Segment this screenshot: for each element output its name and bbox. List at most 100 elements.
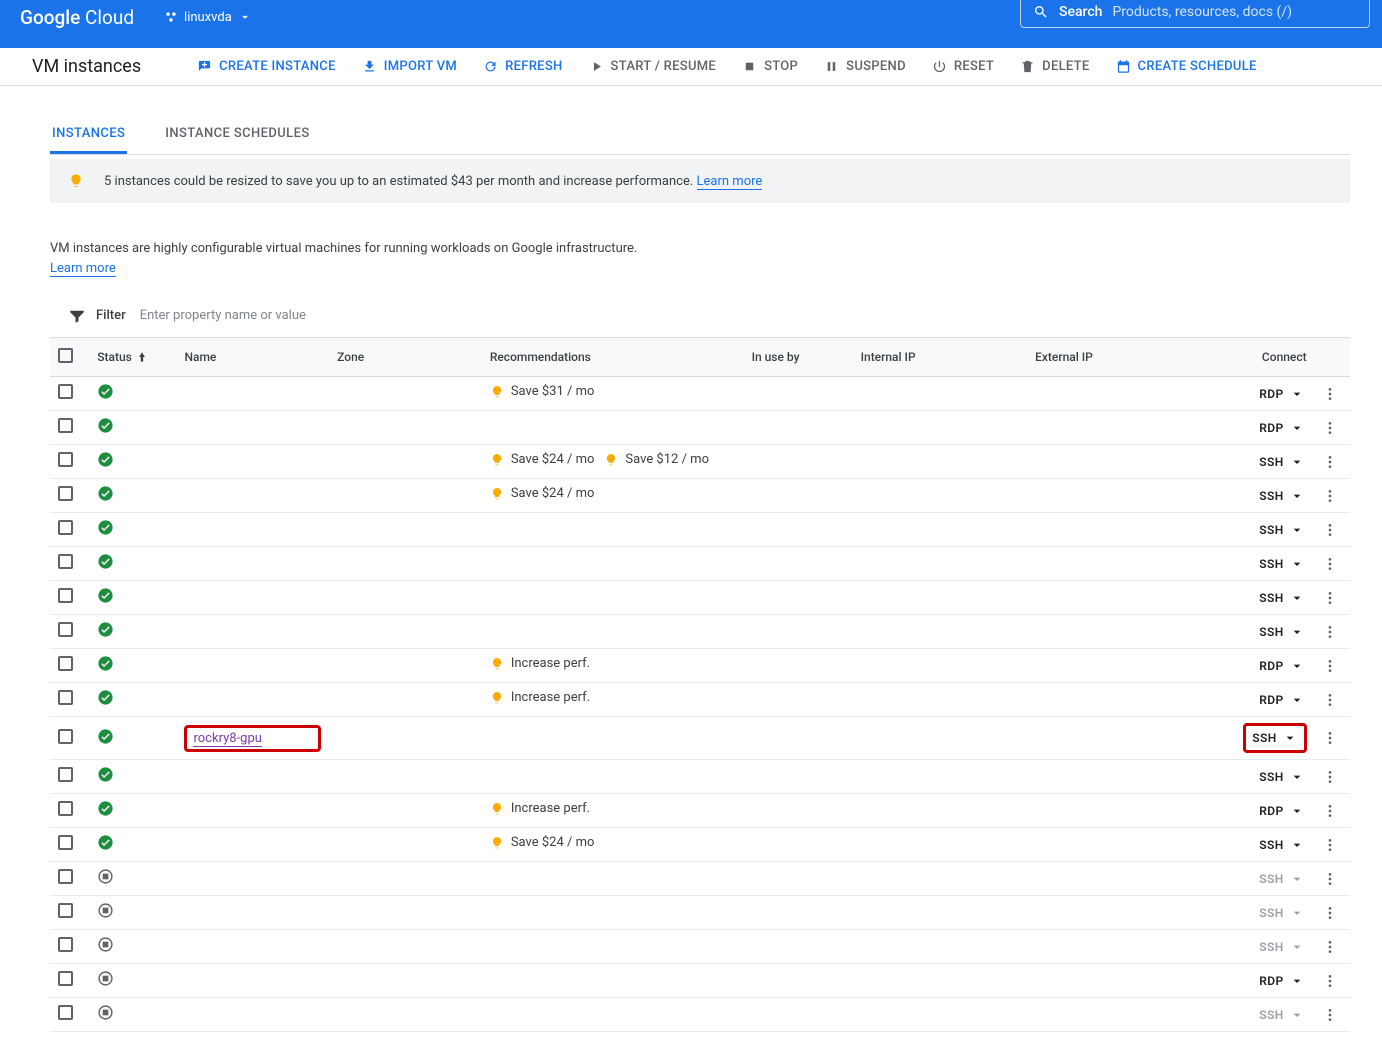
- connect-button[interactable]: SSH: [1257, 937, 1306, 957]
- connect-button[interactable]: SSH: [1257, 903, 1306, 923]
- more-menu-button[interactable]: [1319, 386, 1342, 402]
- filter-input[interactable]: [136, 304, 1350, 327]
- start-button[interactable]: START / RESUME: [589, 59, 717, 74]
- more-menu-button[interactable]: [1319, 837, 1342, 853]
- more-menu-button[interactable]: [1319, 454, 1342, 470]
- project-selector[interactable]: linuxvda: [164, 10, 252, 25]
- row-checkbox[interactable]: [58, 622, 73, 637]
- column-internal-ip[interactable]: Internal IP: [853, 338, 1027, 377]
- more-menu-button[interactable]: [1319, 905, 1342, 921]
- row-checkbox[interactable]: [58, 835, 73, 850]
- row-checkbox[interactable]: [58, 801, 73, 816]
- description-learn-more-link[interactable]: Learn more: [50, 261, 116, 277]
- external-ip-cell: [1027, 930, 1223, 964]
- row-checkbox[interactable]: [58, 690, 73, 705]
- column-name[interactable]: Name: [176, 338, 329, 377]
- row-checkbox[interactable]: [58, 937, 73, 952]
- recommendation-item[interactable]: Save $24 / mo: [490, 452, 595, 467]
- row-checkbox[interactable]: [58, 486, 73, 501]
- more-menu-button[interactable]: [1319, 488, 1342, 504]
- recommendation-item[interactable]: Save $24 / mo: [490, 486, 595, 501]
- more-menu-button[interactable]: [1319, 871, 1342, 887]
- refresh-button[interactable]: REFRESH: [483, 59, 562, 74]
- row-checkbox[interactable]: [58, 767, 73, 782]
- connect-button[interactable]: RDP: [1257, 971, 1306, 991]
- connect-button[interactable]: SSH: [1257, 622, 1306, 642]
- create-schedule-button[interactable]: CREATE SCHEDULE: [1116, 59, 1257, 74]
- row-checkbox[interactable]: [58, 869, 73, 884]
- connect-button[interactable]: SSH: [1257, 588, 1306, 608]
- column-connect[interactable]: Connect: [1223, 338, 1310, 377]
- stop-button[interactable]: STOP: [742, 59, 798, 74]
- more-menu-button[interactable]: [1319, 522, 1342, 538]
- connect-button[interactable]: SSH: [1257, 1005, 1306, 1025]
- banner-learn-more-link[interactable]: Learn more: [697, 174, 763, 190]
- connect-button[interactable]: RDP: [1257, 656, 1306, 676]
- recommendation-item[interactable]: Save $24 / mo: [490, 835, 595, 850]
- instance-name-link[interactable]: rockry8-gpu: [193, 731, 261, 747]
- row-checkbox[interactable]: [58, 656, 73, 671]
- reset-button[interactable]: RESET: [932, 59, 994, 74]
- connect-button[interactable]: SSH: [1250, 728, 1299, 748]
- connect-button[interactable]: SSH: [1257, 767, 1306, 787]
- import-vm-button[interactable]: IMPORT VM: [362, 59, 457, 74]
- more-menu-button[interactable]: [1319, 730, 1342, 746]
- connect-button[interactable]: SSH: [1257, 554, 1306, 574]
- select-all-checkbox[interactable]: [58, 348, 73, 363]
- recommendation-item[interactable]: Save $12 / mo: [604, 452, 709, 467]
- search-input[interactable]: [1112, 4, 1357, 20]
- more-menu-button[interactable]: [1319, 420, 1342, 436]
- connect-button[interactable]: RDP: [1257, 801, 1306, 821]
- more-menu-button[interactable]: [1319, 658, 1342, 674]
- row-checkbox[interactable]: [58, 588, 73, 603]
- suspend-button[interactable]: SUSPEND: [824, 59, 906, 74]
- more-menu-button[interactable]: [1319, 1007, 1342, 1023]
- tab-instances[interactable]: INSTANCES: [50, 116, 127, 154]
- row-checkbox[interactable]: [58, 903, 73, 918]
- row-checkbox[interactable]: [58, 554, 73, 569]
- row-checkbox[interactable]: [58, 1005, 73, 1020]
- more-menu-button[interactable]: [1319, 939, 1342, 955]
- connect-button[interactable]: SSH: [1257, 869, 1306, 889]
- connect-cell: SSH: [1223, 547, 1310, 581]
- connect-button[interactable]: RDP: [1257, 418, 1306, 438]
- column-recommendations[interactable]: Recommendations: [482, 338, 744, 377]
- more-menu-button[interactable]: [1319, 590, 1342, 606]
- more-menu-button[interactable]: [1319, 803, 1342, 819]
- recommendation-item[interactable]: Increase perf.: [490, 690, 590, 705]
- column-status[interactable]: Status: [97, 350, 149, 364]
- connect-button[interactable]: SSH: [1257, 486, 1306, 506]
- more-menu-button[interactable]: [1319, 624, 1342, 640]
- recommendation-item[interactable]: Increase perf.: [490, 801, 590, 816]
- row-checkbox[interactable]: [58, 418, 73, 433]
- connect-cell: SSH: [1223, 479, 1310, 513]
- zone-cell: [329, 683, 482, 717]
- recommendation-item[interactable]: Increase perf.: [490, 656, 590, 671]
- column-external-ip[interactable]: External IP: [1027, 338, 1223, 377]
- search-box[interactable]: Search: [1020, 0, 1370, 28]
- more-menu-button[interactable]: [1319, 692, 1342, 708]
- connect-button[interactable]: RDP: [1257, 690, 1306, 710]
- more-menu-button[interactable]: [1319, 769, 1342, 785]
- row-checkbox[interactable]: [58, 971, 73, 986]
- column-zone[interactable]: Zone: [329, 338, 482, 377]
- connect-button[interactable]: RDP: [1257, 384, 1306, 404]
- row-checkbox[interactable]: [58, 452, 73, 467]
- tab-schedules[interactable]: INSTANCE SCHEDULES: [163, 116, 311, 154]
- delete-button[interactable]: DELETE: [1020, 59, 1089, 74]
- create-instance-button[interactable]: CREATE INSTANCE: [197, 59, 336, 74]
- row-checkbox[interactable]: [58, 520, 73, 535]
- more-menu-button[interactable]: [1319, 973, 1342, 989]
- row-checkbox[interactable]: [58, 729, 73, 744]
- recommendation-item[interactable]: Save $31 / mo: [490, 384, 595, 399]
- column-in-use-by[interactable]: In use by: [744, 338, 853, 377]
- connect-button[interactable]: SSH: [1257, 452, 1306, 472]
- external-ip-cell: [1027, 445, 1223, 479]
- table-row: Increase perf. RDP: [50, 794, 1350, 828]
- row-checkbox[interactable]: [58, 384, 73, 399]
- connect-button[interactable]: SSH: [1257, 835, 1306, 855]
- connect-button[interactable]: SSH: [1257, 520, 1306, 540]
- more-menu-button[interactable]: [1319, 556, 1342, 572]
- highlighted-instance-name: rockry8-gpu: [184, 725, 321, 752]
- in-use-cell: [744, 445, 853, 479]
